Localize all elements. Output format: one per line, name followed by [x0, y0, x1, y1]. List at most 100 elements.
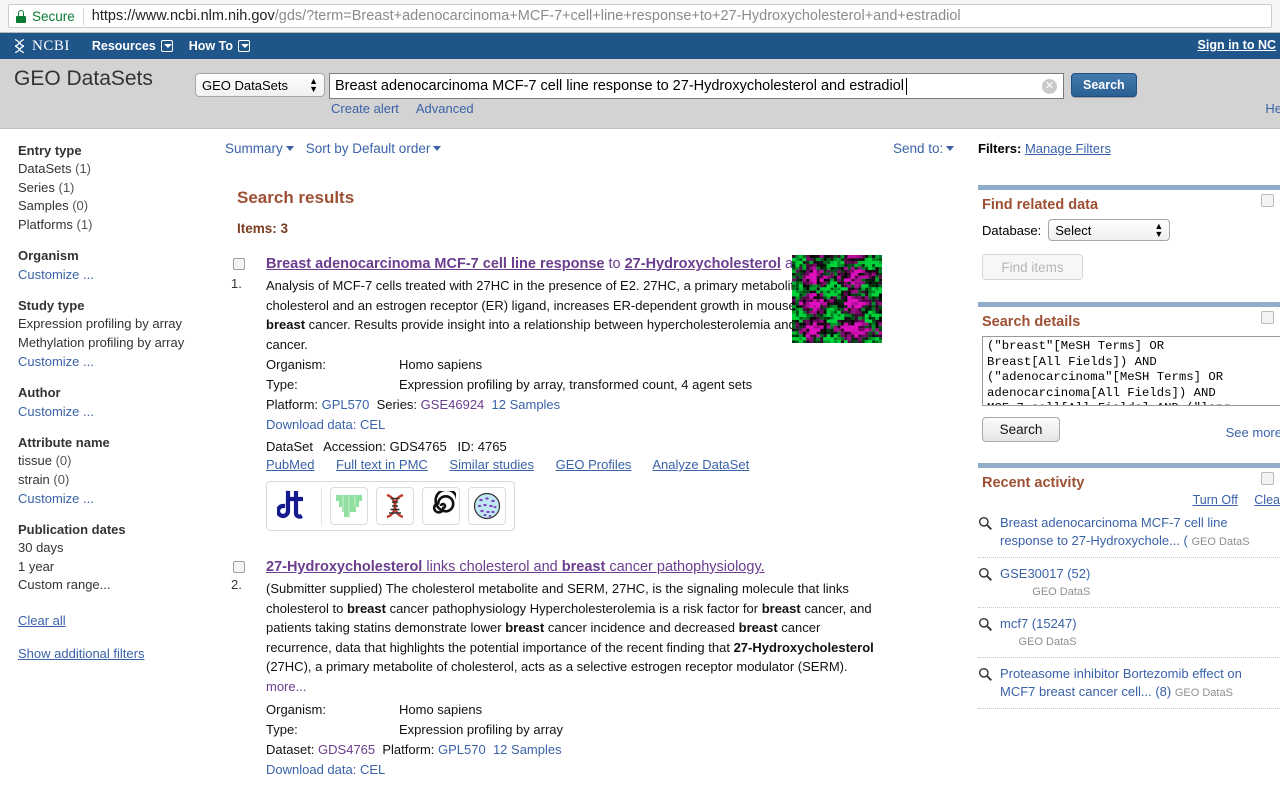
- facet-item-strain[interactable]: strain (0): [18, 471, 222, 490]
- recent-activity-item[interactable]: Proteasome inhibitor Bortezomib effect o…: [978, 658, 1280, 709]
- search-details-search-button[interactable]: Search: [982, 417, 1060, 442]
- portlet-collapse-icon[interactable]: [1261, 311, 1274, 324]
- recent-activity-item[interactable]: Breast adenocarcinoma MCF-7 cell line re…: [978, 507, 1280, 558]
- facet-customize-study-type[interactable]: Customize ...: [18, 354, 94, 369]
- facet-customize-attribute-name[interactable]: Customize ...: [18, 491, 94, 506]
- result-title-tail[interactable]: cancer pathophysiology.: [605, 559, 764, 575]
- portlet-bar: [978, 302, 1280, 307]
- recent-activity-actions: Turn Off Clea: [978, 493, 1280, 507]
- facet-item-tissue[interactable]: tissue (0): [18, 452, 222, 471]
- petri-dish-icon[interactable]: [468, 487, 506, 525]
- full-text-pmc-link[interactable]: Full text in PMC: [336, 457, 428, 472]
- display-summary-dropdown[interactable]: Summary: [225, 141, 294, 156]
- clear-all-link[interactable]: Clear all: [18, 613, 66, 628]
- spiral-icon[interactable]: [422, 487, 460, 525]
- spiral-glyph: [432, 491, 456, 514]
- download-cel-link[interactable]: CEL: [360, 762, 385, 777]
- organism-label: Organism:: [266, 357, 326, 372]
- result-checkbox[interactable]: [233, 258, 245, 270]
- geo-profiles-link[interactable]: GEO Profiles: [556, 457, 632, 472]
- heatmap-thumbnail[interactable]: [792, 255, 882, 343]
- advanced-search-link[interactable]: Advanced: [416, 101, 474, 116]
- result-title-link-part1[interactable]: 27-Hydroxycholesterol: [266, 559, 422, 575]
- facet-item-label: Series: [18, 179, 55, 195]
- facet-customize-author[interactable]: Customize ...: [18, 404, 94, 419]
- record-kind: DataSet: [266, 439, 313, 454]
- facet-item-custom-range[interactable]: Custom range...: [18, 576, 222, 595]
- facet-item-30-days[interactable]: 30 days: [18, 539, 222, 558]
- clear-search-icon[interactable]: ✕: [1042, 79, 1057, 94]
- result-title-mid: to: [604, 256, 625, 272]
- facet-group-entry-type: Entry type DataSets (1) Series (1) Sampl…: [18, 143, 222, 234]
- type-value: Expression profiling by array, transform…: [399, 377, 753, 392]
- lock-icon: [15, 9, 27, 23]
- display-label: Summary: [225, 141, 283, 156]
- samples-link[interactable]: 12 Samples: [493, 742, 562, 757]
- similar-studies-link[interactable]: Similar studies: [449, 457, 534, 472]
- portlet-collapse-icon[interactable]: [1261, 194, 1274, 207]
- howto-menu[interactable]: How To: [189, 39, 250, 53]
- search-input-value: Breast adenocarcinoma MCF-7 cell line re…: [335, 78, 904, 94]
- result-number: 2.: [231, 577, 242, 592]
- facet-item-methylation-profiling[interactable]: Methylation profiling by array: [18, 334, 222, 353]
- recent-activity-item[interactable]: mcf7 (15247) GEO DataS: [978, 608, 1280, 658]
- see-more-link[interactable]: See more: [1226, 425, 1280, 440]
- facet-item-datasets[interactable]: DataSets (1): [18, 160, 222, 179]
- facet-item-series[interactable]: Series (1): [18, 179, 222, 198]
- facet-item-1-year[interactable]: 1 year: [18, 558, 222, 577]
- pubmed-link[interactable]: PubMed: [266, 457, 314, 472]
- result-description: Analysis of MCF-7 cells treated with 27H…: [266, 278, 856, 352]
- portlet-collapse-icon[interactable]: [1261, 472, 1274, 485]
- more-link[interactable]: more...: [266, 679, 306, 694]
- address-divider: [82, 7, 84, 25]
- result-download-row: Download data: CEL: [266, 415, 880, 434]
- result-title-mid[interactable]: links cholesterol and: [422, 559, 561, 575]
- facet-item-samples[interactable]: Samples (0): [18, 197, 222, 216]
- help-link[interactable]: He: [1265, 101, 1280, 116]
- search-details-textarea[interactable]: ("breast"[MeSH Terms] OR Breast[All Fiel…: [982, 336, 1280, 406]
- ncbi-logo[interactable]: NCBI: [12, 38, 70, 55]
- sign-in-link[interactable]: Sign in to NC: [1198, 38, 1276, 52]
- platform-link[interactable]: GPL570: [438, 742, 486, 757]
- samples-link[interactable]: 12 Samples: [492, 397, 561, 412]
- recent-activity-text: mcf7 (15247) GEO DataS: [1000, 615, 1077, 651]
- related-database-select[interactable]: Select ▲ ▼: [1048, 219, 1171, 241]
- search-input[interactable]: Breast adenocarcinoma MCF-7 cell line re…: [329, 73, 1064, 99]
- recent-activity-query: GSE30017 (52): [1000, 566, 1091, 581]
- dataset-link[interactable]: GDS4765: [318, 742, 375, 757]
- cluster-tree-icon[interactable]: [330, 487, 368, 525]
- download-data-label[interactable]: Download data:: [266, 762, 356, 777]
- result-title-link-part2[interactable]: 27-Hydroxycholesterol: [625, 256, 781, 272]
- sort-label: Sort by Default order: [305, 141, 431, 156]
- download-cel-link[interactable]: CEL: [360, 417, 385, 432]
- result-item-1: 1. Breast adenocarcinoma MCF-7 cell line…: [225, 254, 882, 531]
- facet-item-expression-profiling[interactable]: Expression profiling by array: [18, 315, 222, 334]
- platform-link[interactable]: GPL570: [322, 397, 370, 412]
- result-checkbox[interactable]: [233, 561, 245, 573]
- download-data-label[interactable]: Download data:: [266, 417, 356, 432]
- result-title-link-part1[interactable]: Breast adenocarcinoma MCF-7 cell line re…: [266, 256, 604, 272]
- result-title-link-part2[interactable]: breast: [562, 559, 606, 575]
- create-alert-link[interactable]: Create alert: [331, 101, 399, 116]
- recent-activity-query: mcf7 (15247): [1000, 616, 1077, 631]
- facet-customize-organism[interactable]: Customize ...: [18, 267, 94, 282]
- turn-off-link[interactable]: Turn Off: [1193, 493, 1238, 507]
- dt-logo-icon[interactable]: [275, 487, 313, 525]
- find-items-button[interactable]: Find items: [982, 254, 1083, 280]
- secure-label: Secure: [32, 8, 75, 24]
- address-bar[interactable]: Secure https://www.ncbi.nlm.nih.gov /gds…: [8, 4, 1272, 28]
- series-link[interactable]: GSE46924: [421, 397, 485, 412]
- search-button[interactable]: Search: [1071, 73, 1137, 97]
- database-select[interactable]: GEO DataSets ▲ ▼: [195, 73, 325, 97]
- facet-heading: Organism: [18, 248, 79, 263]
- facet-item-platforms[interactable]: Platforms (1): [18, 216, 222, 235]
- resources-menu[interactable]: Resources: [92, 39, 173, 53]
- send-to-dropdown[interactable]: Send to:: [893, 141, 955, 156]
- recent-activity-item[interactable]: GSE30017 (52) GEO DataS: [978, 558, 1280, 608]
- clear-link[interactable]: Clea: [1254, 493, 1280, 507]
- browser-chrome: Secure https://www.ncbi.nlm.nih.gov /gds…: [0, 0, 1280, 33]
- sort-dropdown[interactable]: Sort by Default order: [306, 141, 442, 156]
- show-additional-filters-link[interactable]: Show additional filters: [18, 646, 144, 661]
- dna-helix-icon[interactable]: [376, 487, 414, 525]
- analyze-dataset-link[interactable]: Analyze DataSet: [652, 457, 749, 472]
